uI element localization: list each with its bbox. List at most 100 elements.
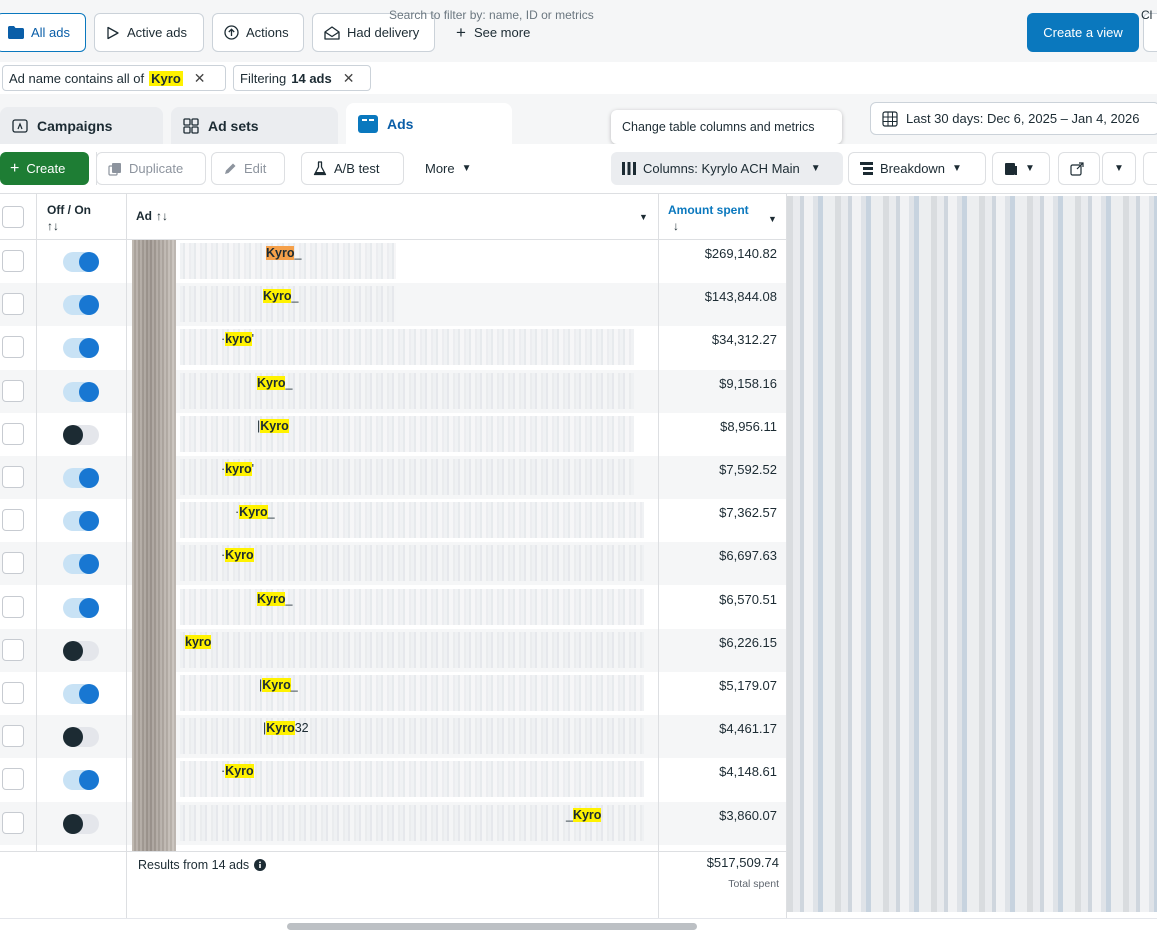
search-match-highlight: Kyro (239, 505, 268, 519)
ad-name-link[interactable]: ·Kyro (221, 764, 254, 778)
ad-name-link[interactable]: Kyro_ (257, 376, 292, 390)
ad-name-link[interactable]: Kyro_ (266, 246, 301, 260)
search-match-highlight: kyro (225, 462, 252, 476)
close-icon[interactable]: ✕ (343, 70, 355, 87)
duplicate-button[interactable]: Duplicate (96, 152, 206, 185)
row-checkbox[interactable] (2, 596, 24, 618)
info-icon[interactable] (254, 859, 267, 871)
toolbar-overflow-button[interactable] (1143, 152, 1157, 185)
clear-filters-link[interactable]: Cl (1141, 8, 1152, 22)
tab-campaigns[interactable]: Campaigns (0, 107, 163, 144)
ad-status-toggle[interactable] (63, 468, 99, 488)
view-active-ads-label: Active ads (127, 25, 187, 40)
column-header-amount-spent[interactable]: Amount spent ↓ (668, 202, 749, 234)
ab-test-button[interactable]: A/B test (301, 152, 404, 185)
envelope-open-icon (324, 25, 340, 40)
ad-name-link[interactable]: ·Kyro_ (235, 505, 275, 519)
row-checkbox[interactable] (2, 466, 24, 488)
ad-name-link[interactable]: ·Kyro (221, 548, 254, 562)
ad-name-suffix: _ (294, 246, 302, 260)
ad-name-link[interactable]: Kyro_ (263, 289, 298, 303)
ad-status-toggle[interactable] (63, 295, 99, 315)
filter-chip-count-value: 14 ads (291, 70, 332, 86)
tab-ad-sets[interactable]: Ad sets (171, 107, 338, 144)
ad-status-toggle[interactable] (63, 641, 99, 661)
row-checkbox[interactable] (2, 725, 24, 747)
ad-name-link[interactable]: ·kyro' (221, 332, 254, 346)
filter-chip-name[interactable]: Ad name contains all of Kyro ✕ (2, 65, 226, 91)
ad-status-toggle[interactable] (63, 554, 99, 574)
ad-name-link[interactable]: |Kyro32 (263, 721, 309, 735)
ad-name-link[interactable]: Kyro_ (257, 592, 292, 606)
columns-button[interactable]: Columns: Kyrylo ACH Main ▼ (611, 152, 843, 185)
export-button[interactable] (1058, 152, 1100, 185)
breakdown-button[interactable]: Breakdown ▼ (848, 152, 986, 185)
ad-name-suffix: ' (251, 332, 254, 346)
columns-icon (622, 162, 636, 175)
toggle-knob (79, 511, 99, 531)
ad-status-toggle[interactable] (63, 338, 99, 358)
row-checkbox[interactable] (2, 812, 24, 834)
view-all-ads[interactable]: All ads (0, 13, 86, 52)
horizontal-scrollbar-thumb[interactable] (287, 923, 697, 930)
ad-status-toggle[interactable] (63, 511, 99, 531)
row-checkbox[interactable] (2, 336, 24, 358)
close-icon[interactable]: ✕ (194, 70, 206, 87)
ad-status-toggle[interactable] (63, 770, 99, 790)
ad-status-toggle[interactable] (63, 598, 99, 618)
row-checkbox[interactable] (2, 250, 24, 272)
row-checkbox[interactable] (2, 509, 24, 531)
ad-name-link[interactable]: |Kyro (257, 419, 289, 433)
sort-icon: ↑↓ (47, 219, 59, 233)
row-checkbox[interactable] (2, 293, 24, 315)
ad-thumbnail-strip (132, 240, 176, 851)
filter-chip-count[interactable]: Filtering 14 ads ✕ (233, 65, 371, 91)
export-options-button[interactable]: ▼ (1102, 152, 1136, 185)
caret-down-icon[interactable]: ▼ (639, 212, 648, 222)
ad-name-link[interactable]: _Kyro (566, 808, 602, 822)
reports-button[interactable]: ▼ (992, 152, 1050, 185)
amount-spent-cell: $7,362.57 (719, 505, 777, 520)
toggle-knob (79, 252, 99, 272)
column-divider (658, 194, 659, 918)
amount-spent-cell: $143,844.08 (704, 289, 777, 304)
column-header-ad[interactable]: Ad ↑↓ (136, 209, 168, 223)
row-checkbox[interactable] (2, 552, 24, 574)
create-view-button[interactable]: Create a view (1027, 13, 1139, 52)
ad-name-redacted (180, 632, 644, 668)
date-range-label: Last 30 days: Dec 6, 2025 – Jan 4, 2026 (906, 111, 1140, 126)
view-active-ads[interactable]: Active ads (94, 13, 204, 52)
caret-down-icon[interactable]: ▼ (768, 214, 777, 224)
ad-name-suffix: _ (267, 505, 275, 519)
ad-status-toggle[interactable] (63, 684, 99, 704)
column-header-off-on[interactable]: Off / On ↑↓ (47, 202, 91, 234)
filter-search-input[interactable]: Search to filter by: name, ID or metrics (389, 8, 594, 22)
ad-name-link[interactable]: kyro (185, 635, 212, 649)
ad-status-toggle[interactable] (63, 425, 99, 445)
duplicate-label: Duplicate (129, 161, 184, 176)
edit-button[interactable]: Edit (211, 152, 285, 185)
ad-name-link[interactable]: |Kyro_ (259, 678, 298, 692)
date-range-picker[interactable]: Last 30 days: Dec 6, 2025 – Jan 4, 2026 (870, 102, 1157, 135)
more-label: More (425, 161, 455, 176)
amount-spent-cell: $5,179.07 (719, 678, 777, 693)
row-checkbox[interactable] (2, 639, 24, 661)
row-checkbox[interactable] (2, 380, 24, 402)
row-checkbox[interactable] (2, 768, 24, 790)
ad-status-toggle[interactable] (63, 727, 99, 747)
view-actions[interactable]: Actions (212, 13, 304, 52)
arrow-up-circle-icon (224, 25, 239, 40)
row-checkbox[interactable] (2, 423, 24, 445)
tab-ads[interactable]: Ads (346, 103, 512, 144)
more-button[interactable]: More ▼ (425, 152, 472, 185)
create-button[interactable]: + Create (0, 152, 89, 185)
ad-status-toggle[interactable] (63, 814, 99, 834)
select-all-checkbox[interactable] (2, 206, 24, 228)
ad-name-link[interactable]: ·kyro' (221, 462, 254, 476)
toggle-knob (79, 382, 99, 402)
row-checkbox[interactable] (2, 682, 24, 704)
ad-status-toggle[interactable] (63, 252, 99, 272)
filter-chip-count-prefix: Filtering (240, 70, 287, 86)
ad-status-toggle[interactable] (63, 382, 99, 402)
ad-name-redacted (180, 416, 634, 452)
